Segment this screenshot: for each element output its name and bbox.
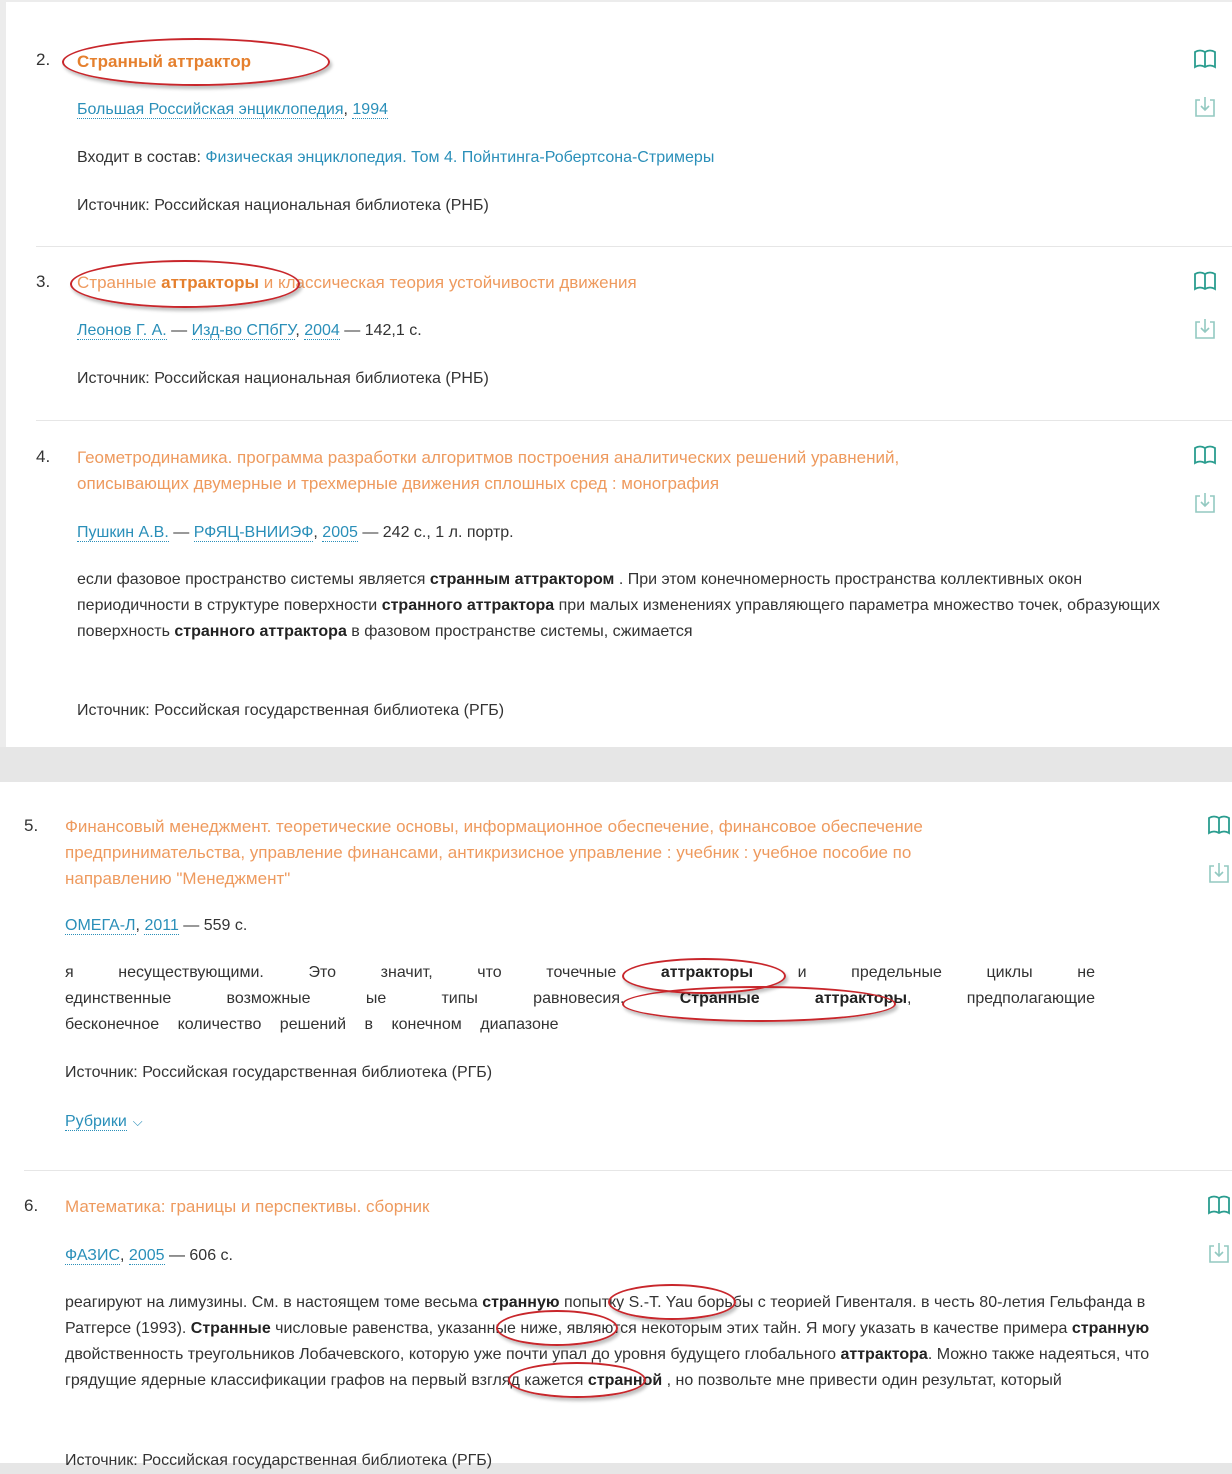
open-book-icon[interactable] (1192, 442, 1218, 468)
result-snippet: реагируют на лимузины. См. в настоящем т… (65, 1294, 1150, 1389)
download-icon[interactable] (1192, 94, 1218, 120)
year-link[interactable]: 2011 (144, 917, 179, 935)
author-link[interactable]: Леонов Г. А. (77, 322, 167, 340)
result-meta: Пушкин А.В. — РФЯЦ-ВНИИЭФ, 2005 — 242 с.… (77, 524, 514, 542)
open-book-icon[interactable] (1206, 812, 1232, 838)
divider (24, 1170, 1232, 1171)
year-link[interactable]: 2005 (128, 1247, 165, 1265)
rubrics-toggle[interactable]: Рубрики ⌵ (65, 1109, 143, 1135)
open-book-icon[interactable] (1206, 1192, 1232, 1218)
result-meta: Большая Российская энциклопедия, 1994 (77, 101, 388, 119)
result-meta: ОМЕГА-Л, 2011 — 559 с. (65, 917, 248, 935)
source-text: Источник: Российская национальная библио… (77, 197, 489, 214)
publisher-link[interactable]: ФАЗИС (65, 1247, 121, 1265)
author-link[interactable]: Большая Российская энциклопедия (77, 101, 344, 119)
result-title-link[interactable]: Математика: границы и перспективы. сборн… (65, 1194, 430, 1220)
result-number: 2. (36, 50, 51, 69)
chevron-down-icon: ⌵ (132, 1114, 143, 1129)
source-text: Источник: Российская государственная биб… (65, 1064, 493, 1081)
result-title-link[interactable]: Странные аттракторы и классическая теори… (77, 270, 637, 296)
open-book-icon[interactable] (1192, 268, 1218, 294)
divider (36, 246, 1232, 247)
result-snippet: если фазовое пространство системы являет… (77, 571, 1161, 640)
year-link[interactable]: 2005 (322, 524, 358, 542)
part-of: Входит в состав: Физическая энциклопедия… (77, 149, 715, 166)
source-text: Источник: Российская национальная библио… (77, 370, 489, 387)
result-meta: ФАЗИС, 2005 — 606 с. (65, 1247, 233, 1265)
source-text: Источник: Российская государственная биб… (65, 1452, 493, 1469)
download-icon[interactable] (1192, 490, 1218, 516)
result-number: 6. (24, 1196, 39, 1215)
source-text: Источник: Российская государственная биб… (77, 702, 505, 719)
part-of-link[interactable]: Физическая энциклопедия. Том 4. Пойнтинг… (205, 149, 714, 166)
results-card-2: 5. Финансовый менеджмент. теоретические … (0, 782, 1232, 1469)
publisher-link[interactable]: Изд-во СПбГУ (191, 322, 296, 340)
results-card-1: 2. Странный аттрактор Большая Российская… (0, 0, 1232, 747)
download-icon[interactable] (1192, 316, 1218, 342)
result-snippet: бесконечное количество решений в конечно… (65, 1016, 559, 1033)
result-title-link[interactable]: Финансовый менеджмент. теоретические осн… (65, 814, 1175, 892)
publisher-link[interactable]: ОМЕГА-Л (65, 917, 136, 935)
result-title-link[interactable]: Странный аттрактор (77, 49, 251, 75)
result-number: 5. (24, 816, 39, 835)
rubrics-link[interactable]: Рубрики (65, 1113, 127, 1131)
result-snippet: я несуществующими. Это значит, что точеч… (65, 964, 1095, 981)
result-title-link[interactable]: Геометродинамика. программа разработки а… (77, 445, 1167, 497)
author-link[interactable]: Пушкин А.В. (77, 524, 169, 542)
result-number: 4. (36, 447, 51, 466)
download-icon[interactable] (1206, 860, 1232, 886)
divider (36, 420, 1232, 421)
download-icon[interactable] (1206, 1240, 1232, 1266)
year-link[interactable]: 1994 (352, 101, 388, 119)
result-meta: Леонов Г. А. — Изд-во СПбГУ, 2004 — 142,… (77, 322, 422, 340)
open-book-icon[interactable] (1192, 46, 1218, 72)
result-number: 3. (36, 272, 51, 291)
year-link[interactable]: 2004 (304, 322, 340, 340)
publisher-link[interactable]: РФЯЦ-ВНИИЭФ (193, 524, 314, 542)
result-snippet: единственные возможные ые типы равновеси… (65, 990, 1095, 1007)
